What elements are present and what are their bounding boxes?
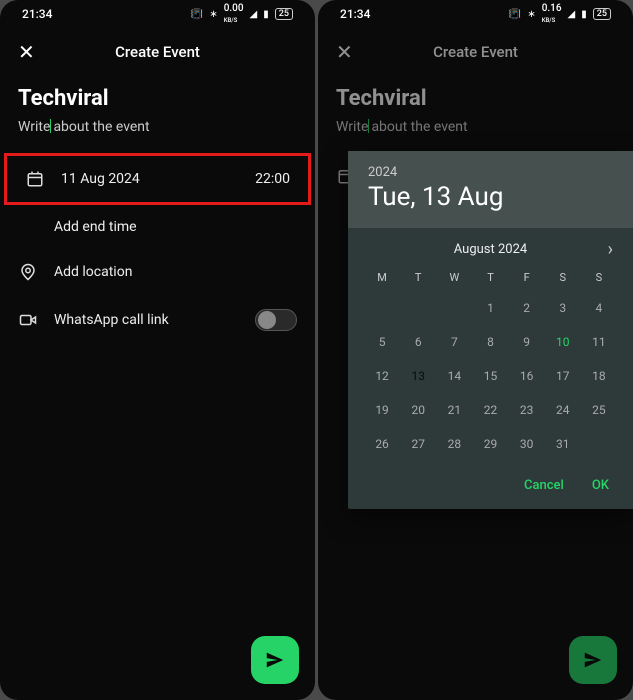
weekday-header: MTWTFSS xyxy=(348,265,633,290)
day-cell xyxy=(400,294,436,322)
status-bar: 21:34 📳 ∗ 0.00KB/S ◢ ▮ 25 xyxy=(0,0,315,28)
day-cell[interactable]: 27 xyxy=(400,430,436,458)
month-nav: August 2024 › xyxy=(348,228,633,265)
day-cell[interactable]: 25 xyxy=(581,396,617,424)
event-desc-input[interactable]: Writeabout the event xyxy=(0,115,315,153)
status-bar: 21:34 📳 ∗ 0.16KB/S ◢ ▮ 25 xyxy=(318,0,633,28)
wifi-icon: ◢ xyxy=(250,9,258,20)
datetime-highlight: 11 Aug 2024 22:00 xyxy=(4,153,311,205)
weekday-label: F xyxy=(509,271,545,284)
day-cell xyxy=(581,430,617,458)
add-end-time-label: Add end time xyxy=(54,219,297,235)
day-cell[interactable]: 24 xyxy=(545,396,581,424)
close-icon[interactable]: ✕ xyxy=(336,40,356,64)
day-cell[interactable]: 11 xyxy=(581,328,617,356)
phone-left: 21:34 📳 ∗ 0.00KB/S ◢ ▮ 25 ✕ Create Event… xyxy=(0,0,315,700)
month-label: August 2024 xyxy=(454,242,527,257)
day-cell[interactable]: 18 xyxy=(581,362,617,390)
wifi-icon: ◢ xyxy=(568,9,576,20)
status-right: 📳 ∗ 0.16KB/S ◢ ▮ 25 xyxy=(509,3,611,25)
header: ✕ Create Event xyxy=(0,28,315,76)
day-cell[interactable]: 13 xyxy=(400,362,436,390)
send-button[interactable] xyxy=(569,636,617,684)
day-cell[interactable]: 16 xyxy=(509,362,545,390)
battery-icon: 25 xyxy=(275,8,293,20)
signal-icon: ▮ xyxy=(581,9,587,20)
bluetooth-icon: ∗ xyxy=(527,9,535,20)
day-cell xyxy=(364,294,400,322)
day-cell[interactable]: 8 xyxy=(472,328,508,356)
chevron-right-icon[interactable]: › xyxy=(608,239,613,260)
day-cell[interactable]: 20 xyxy=(400,396,436,424)
picker-date-label: Tue, 13 Aug xyxy=(368,182,613,212)
add-end-time-row[interactable]: Add end time xyxy=(0,205,315,249)
weekday-label: W xyxy=(436,271,472,284)
event-desc-input: Writeabout the event xyxy=(318,115,633,153)
signal-icon: ▮ xyxy=(263,9,269,20)
vibrate-icon: 📳 xyxy=(191,9,203,20)
add-location-row[interactable]: Add location xyxy=(0,249,315,295)
day-cell[interactable]: 30 xyxy=(509,430,545,458)
day-grid: 1234567891011121314151617181920212223242… xyxy=(348,290,633,468)
day-cell[interactable]: 19 xyxy=(364,396,400,424)
header: ✕ Create Event xyxy=(318,28,633,76)
status-right: 📳 ∗ 0.00KB/S ◢ ▮ 25 xyxy=(191,3,293,25)
day-cell[interactable]: 10 xyxy=(545,328,581,356)
location-icon xyxy=(18,263,38,281)
send-button[interactable] xyxy=(251,636,299,684)
day-cell[interactable]: 3 xyxy=(545,294,581,322)
day-cell[interactable]: 22 xyxy=(472,396,508,424)
time-label: 22:00 xyxy=(255,171,290,187)
event-title-input: Techviral xyxy=(318,76,633,115)
whatsapp-call-label: WhatsApp call link xyxy=(54,312,239,328)
picker-header: 2024 Tue, 13 Aug xyxy=(348,151,633,228)
add-location-label: Add location xyxy=(54,264,297,280)
weekday-label: S xyxy=(581,271,617,284)
calendar-icon xyxy=(25,170,45,188)
day-cell[interactable]: 5 xyxy=(364,328,400,356)
day-cell[interactable]: 2 xyxy=(509,294,545,322)
day-cell[interactable]: 21 xyxy=(436,396,472,424)
vibrate-icon: 📳 xyxy=(509,9,521,20)
picker-year[interactable]: 2024 xyxy=(368,165,613,180)
bluetooth-icon: ∗ xyxy=(209,9,217,20)
day-cell[interactable]: 26 xyxy=(364,430,400,458)
day-cell[interactable]: 6 xyxy=(400,328,436,356)
datetime-row[interactable]: 11 Aug 2024 22:00 xyxy=(7,156,308,202)
status-time: 21:34 xyxy=(340,7,370,21)
day-cell xyxy=(436,294,472,322)
whatsapp-call-toggle[interactable] xyxy=(255,309,297,331)
cancel-button[interactable]: Cancel xyxy=(524,478,564,493)
weekday-label: T xyxy=(472,271,508,284)
whatsapp-call-row: WhatsApp call link xyxy=(0,295,315,345)
day-cell[interactable]: 29 xyxy=(472,430,508,458)
ok-button[interactable]: OK xyxy=(592,478,609,493)
weekday-label: T xyxy=(400,271,436,284)
page-title: Create Event xyxy=(115,43,200,61)
weekday-label: S xyxy=(545,271,581,284)
day-cell[interactable]: 17 xyxy=(545,362,581,390)
day-cell[interactable]: 15 xyxy=(472,362,508,390)
day-cell[interactable]: 31 xyxy=(545,430,581,458)
date-picker: 2024 Tue, 13 Aug August 2024 › MTWTFSS 1… xyxy=(348,151,633,509)
day-cell[interactable]: 23 xyxy=(509,396,545,424)
day-cell[interactable]: 7 xyxy=(436,328,472,356)
event-title-input[interactable]: Techviral xyxy=(0,76,315,115)
day-cell[interactable]: 28 xyxy=(436,430,472,458)
close-icon[interactable]: ✕ xyxy=(18,40,38,64)
battery-icon: 25 xyxy=(593,8,611,20)
day-cell[interactable]: 12 xyxy=(364,362,400,390)
page-title: Create Event xyxy=(433,43,518,61)
video-icon xyxy=(18,311,38,329)
day-cell[interactable]: 14 xyxy=(436,362,472,390)
status-time: 21:34 xyxy=(22,7,52,21)
day-cell[interactable]: 1 xyxy=(472,294,508,322)
phone-right: 21:34 📳 ∗ 0.16KB/S ◢ ▮ 25 ✕ Create Event… xyxy=(318,0,633,700)
day-cell[interactable]: 9 xyxy=(509,328,545,356)
day-cell[interactable]: 4 xyxy=(581,294,617,322)
date-label: 11 Aug 2024 xyxy=(61,171,239,187)
weekday-label: M xyxy=(364,271,400,284)
picker-actions: Cancel OK xyxy=(348,468,633,509)
